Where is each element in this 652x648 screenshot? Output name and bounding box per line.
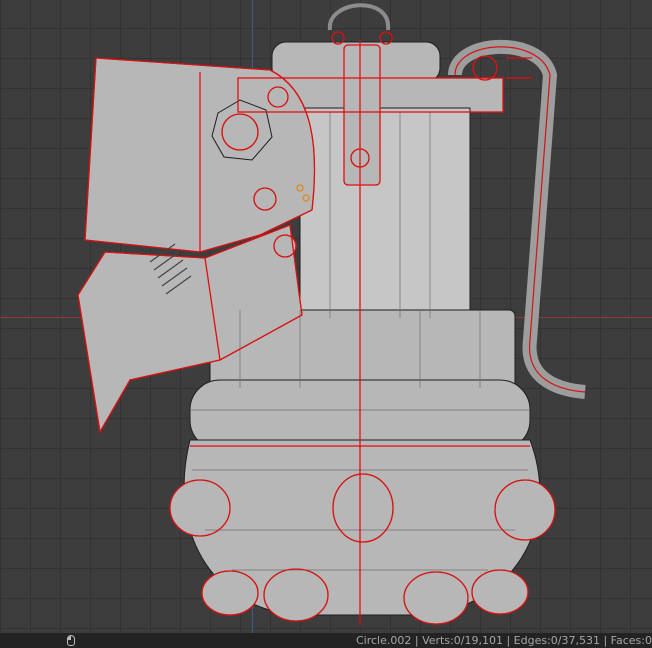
pull-ring [327, 3, 391, 31]
grenade-mesh-model[interactable] [0, 0, 652, 633]
3d-viewport[interactable] [0, 0, 652, 633]
scene-statistics: Circle.002 | Verts:0/19,101 | Edges:0/37… [355, 634, 652, 647]
mouse-icon [67, 635, 75, 646]
status-bar: Circle.002 | Verts:0/19,101 | Edges:0/37… [0, 633, 652, 648]
body-column [299, 107, 471, 319]
